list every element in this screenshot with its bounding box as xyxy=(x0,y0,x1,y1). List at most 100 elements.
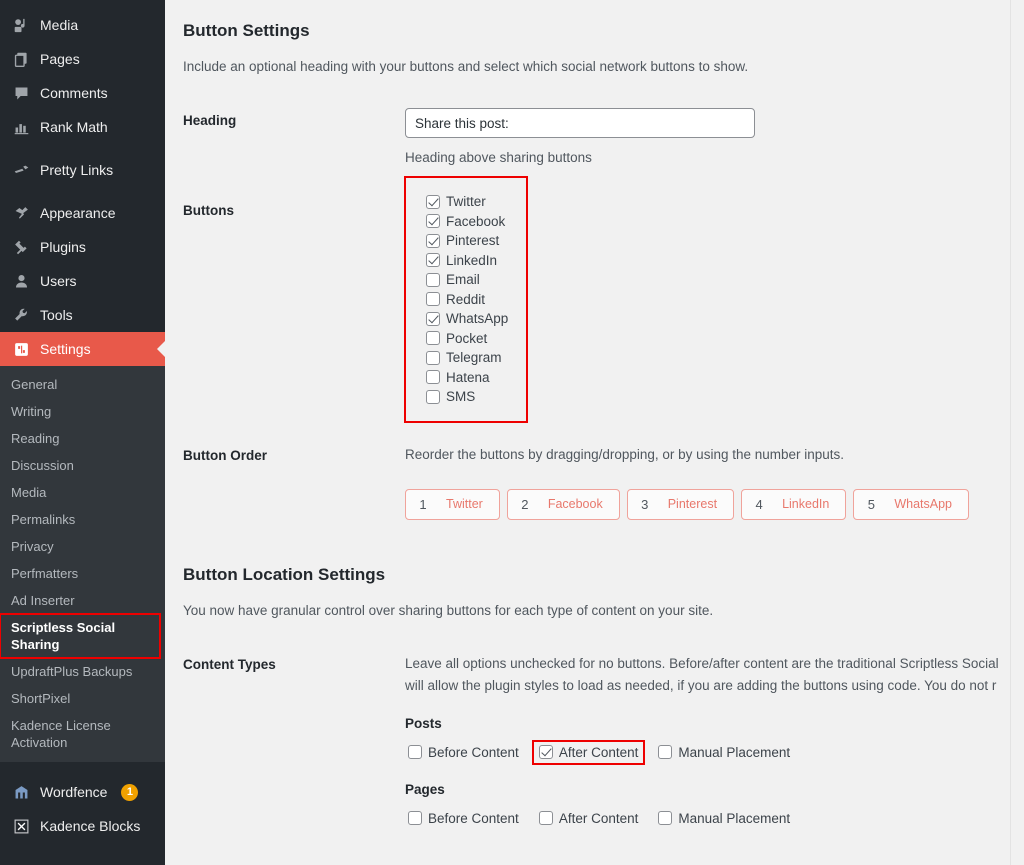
checkbox-label: LinkedIn xyxy=(446,252,498,268)
sidebar-item-wordfence[interactable]: Wordfence 1 xyxy=(0,775,165,809)
order-chip-number[interactable]: 4 xyxy=(742,497,776,512)
submenu-item-media[interactable]: Media xyxy=(0,479,165,506)
checkbox-telegram[interactable] xyxy=(426,350,440,365)
checkbox-pages-after-content[interactable] xyxy=(538,811,553,825)
checkbox-email[interactable] xyxy=(426,272,440,287)
posts-manual-placement-option[interactable]: Manual Placement xyxy=(655,743,793,762)
order-chip-linkedin[interactable]: 4 LinkedIn xyxy=(741,488,847,520)
checkbox-pages-before-content[interactable] xyxy=(408,811,422,825)
posts-before-content-option[interactable]: Before Content xyxy=(405,743,522,762)
checkbox-posts-manual-placement[interactable] xyxy=(658,745,673,759)
content-types-description-line2: will allow the plugin styles to load as … xyxy=(405,677,997,693)
checkbox-sms[interactable] xyxy=(426,389,440,404)
checkbox-pinterest[interactable] xyxy=(426,233,440,248)
order-chip-number[interactable]: 5 xyxy=(854,497,888,512)
main-content: Button Settings Include an optional head… xyxy=(165,0,1024,865)
sidebar-bottom-menu: Wordfence 1 Kadence Blocks xyxy=(0,771,165,843)
sidebar-item-comments[interactable]: Comments xyxy=(0,76,165,110)
submenu-item-updraftplus-backups[interactable]: UpdraftPlus Backups xyxy=(0,658,165,685)
order-chip-pinterest[interactable]: 3 Pinterest xyxy=(626,488,735,520)
sidebar-item-label: Comments xyxy=(40,85,108,101)
checkbox-row-email[interactable]: Email xyxy=(426,270,508,290)
order-chip-number[interactable]: 1 xyxy=(406,497,440,512)
checkbox-row-whatsapp[interactable]: WhatsApp xyxy=(426,309,508,329)
checkbox-label: Twitter xyxy=(446,194,486,210)
pages-after-content-option[interactable]: After Content xyxy=(536,809,642,828)
checkbox-row-hatena[interactable]: Hatena xyxy=(426,368,508,388)
order-chip-twitter[interactable]: 1 Twitter xyxy=(405,488,500,520)
checkbox-row-linkedin[interactable]: LinkedIn xyxy=(426,251,508,271)
heading-label: Heading xyxy=(183,113,237,128)
submenu-item-permalinks[interactable]: Permalinks xyxy=(0,506,165,533)
admin-sidebar: Media Pages Comments Rank Math Pretty Li… xyxy=(0,0,165,865)
checkbox-row-facebook[interactable]: Facebook xyxy=(426,212,508,232)
sidebar-item-settings[interactable]: Settings xyxy=(0,332,165,366)
checkbox-facebook[interactable] xyxy=(426,214,440,229)
submenu-item-privacy[interactable]: Privacy xyxy=(0,533,165,560)
sidebar-item-label: Wordfence xyxy=(40,784,108,800)
sidebar-divider-bottom xyxy=(0,762,165,771)
order-chip-label: Facebook xyxy=(547,497,603,511)
checkbox-linkedin[interactable] xyxy=(426,253,440,268)
sidebar-item-appearance[interactable]: Appearance xyxy=(0,196,165,230)
sidebar-item-media[interactable]: Media xyxy=(0,8,165,42)
pages-heading: Pages xyxy=(405,781,445,797)
tools-icon xyxy=(11,305,31,325)
checkbox-label: Manual Placement xyxy=(678,744,791,760)
submenu-item-ad-inserter[interactable]: Ad Inserter xyxy=(0,587,165,614)
checkbox-row-telegram[interactable]: Telegram xyxy=(426,348,508,368)
wordfence-badge-count: 1 xyxy=(121,783,139,801)
checkbox-row-sms[interactable]: SMS xyxy=(426,387,508,407)
button-order-chip-list: 1 Twitter 2 Facebook 3 Pinterest 4 Linke… xyxy=(405,488,1024,520)
sidebar-item-label: Pretty Links xyxy=(40,162,114,178)
sidebar-item-plugins[interactable]: Plugins xyxy=(0,230,165,264)
heading-help-text: Heading above sharing buttons xyxy=(405,150,592,165)
button-location-description: You now have granular control over shari… xyxy=(183,602,714,618)
sidebar-item-pages[interactable]: Pages xyxy=(0,42,165,76)
checkbox-row-pocket[interactable]: Pocket xyxy=(426,329,508,349)
pages-manual-placement-option[interactable]: Manual Placement xyxy=(655,809,793,828)
sidebar-item-label: Pages xyxy=(40,51,80,67)
sidebar-item-users[interactable]: Users xyxy=(0,264,165,298)
sidebar-item-pretty-links[interactable]: Pretty Links xyxy=(0,153,165,187)
checkbox-whatsapp[interactable] xyxy=(426,311,440,326)
checkbox-pages-manual-placement[interactable] xyxy=(658,811,673,825)
checkbox-row-reddit[interactable]: Reddit xyxy=(426,290,508,310)
submenu-item-reading[interactable]: Reading xyxy=(0,425,165,452)
checkbox-hatena[interactable] xyxy=(426,370,440,385)
order-chip-label: Pinterest xyxy=(667,497,718,511)
checkbox-label: Before Content xyxy=(428,744,519,760)
order-chip-facebook[interactable]: 2 Facebook xyxy=(506,488,620,520)
checkbox-row-pinterest[interactable]: Pinterest xyxy=(426,231,508,251)
submenu-item-discussion[interactable]: Discussion xyxy=(0,452,165,479)
checkbox-label: Email xyxy=(446,272,480,288)
kadence-blocks-icon xyxy=(11,816,31,836)
pretty-links-icon xyxy=(11,160,31,180)
checkbox-reddit[interactable] xyxy=(426,292,440,307)
checkbox-pocket[interactable] xyxy=(426,331,440,346)
checkbox-twitter[interactable] xyxy=(426,194,440,209)
sidebar-item-tools[interactable]: Tools xyxy=(0,298,165,332)
checkbox-label: After Content xyxy=(558,744,639,760)
checkbox-row-twitter[interactable]: Twitter xyxy=(426,192,508,212)
submenu-item-perfmatters[interactable]: Perfmatters xyxy=(0,560,165,587)
sidebar-item-label: Plugins xyxy=(40,239,86,255)
content-types-row: Content Types Leave all options unchecke… xyxy=(183,652,1024,828)
submenu-item-writing[interactable]: Writing xyxy=(0,398,165,425)
checkbox-posts-after-content[interactable] xyxy=(538,745,553,759)
submenu-item-shortpixel[interactable]: ShortPixel xyxy=(0,685,165,712)
pages-before-content-option[interactable]: Before Content xyxy=(405,809,522,828)
submenu-item-general[interactable]: General xyxy=(0,371,165,398)
pages-options-group: Before Content After Content Manual Plac… xyxy=(405,809,1024,828)
submenu-item-kadence-license-activation[interactable]: Kadence License Activation xyxy=(0,712,165,756)
sidebar-item-kadence-blocks[interactable]: Kadence Blocks xyxy=(0,809,165,843)
sidebar-item-rank-math[interactable]: Rank Math xyxy=(0,110,165,144)
submenu-item-scriptless-social-sharing[interactable]: Scriptless Social Sharing xyxy=(0,613,161,659)
order-chip-number[interactable]: 2 xyxy=(508,497,542,512)
posts-heading: Posts xyxy=(405,715,442,731)
order-chip-whatsapp[interactable]: 5 WhatsApp xyxy=(853,488,969,520)
posts-after-content-option[interactable]: After Content xyxy=(531,739,646,765)
heading-input[interactable] xyxy=(405,108,755,138)
checkbox-posts-before-content[interactable] xyxy=(408,745,422,759)
order-chip-number[interactable]: 3 xyxy=(628,497,662,512)
